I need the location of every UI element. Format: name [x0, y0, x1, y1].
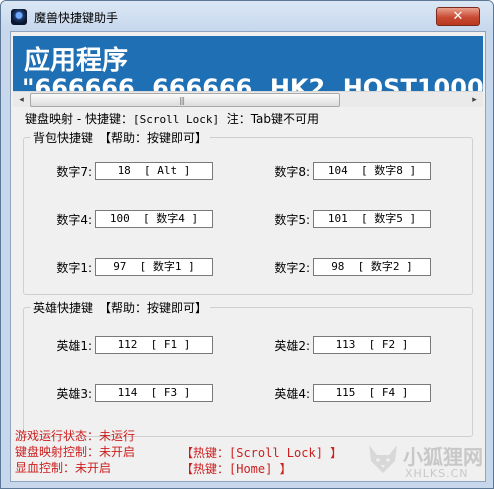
- horizontal-scrollbar[interactable]: ◂ ||| ▸: [13, 91, 483, 107]
- field-label: 英雄2:: [274, 338, 310, 353]
- key-mapping-status-text: 键盘映射控制：未开启: [15, 445, 136, 459]
- hero-hotkey-group: 英雄快捷键 【帮助：按键即可】 英雄1: 112 [ F1 ] 英雄2: 113…: [23, 299, 473, 437]
- field-label: 数字1:: [56, 260, 92, 275]
- watermark-title: 小狐狸网: [403, 445, 483, 469]
- field-label: 数字5:: [274, 212, 310, 227]
- field-row-num5: 数字5: 101 [ 数字5 ]: [256, 210, 431, 228]
- hotkey-input-num2[interactable]: 98 [ 数字2 ]: [313, 258, 431, 276]
- info-note: 注：Tab键不可用: [226, 112, 320, 126]
- info-scroll-lock: [Scroll Lock]: [132, 113, 220, 126]
- fox-logo-icon: [369, 445, 397, 473]
- hotkey-input-num1[interactable]: 97 [ 数字1 ]: [95, 258, 213, 276]
- site-watermark: 小狐狸网 XHLKS.CN: [363, 439, 493, 487]
- hotkey-input-hero1[interactable]: 112 [ F1 ]: [95, 336, 213, 354]
- hotkey-input-hero4[interactable]: 115 [ F4 ]: [313, 384, 431, 402]
- hotkey-input-hero2[interactable]: 113 [ F2 ]: [313, 336, 431, 354]
- field-label: 英雄4:: [274, 386, 310, 401]
- hotkey-input-num5[interactable]: 101 [ 数字5 ]: [313, 210, 431, 228]
- hotkey-input-num4[interactable]: 100 [ 数字4 ]: [95, 210, 213, 228]
- game-status-text: 游戏运行状态：未运行: [15, 429, 136, 443]
- app-banner: 应用程序 "666666, 666666, HK2, HOST1000, 0: [13, 36, 483, 92]
- field-row-num1: 数字1: 97 [ 数字1 ]: [38, 258, 213, 276]
- client-area: 应用程序 "666666, 666666, HK2, HOST1000, 0 ◂…: [10, 31, 486, 482]
- banner-subline: "666666, 666666, HK2, HOST1000, 0: [22, 74, 483, 92]
- field-row-hero2: 英雄2: 113 [ F2 ]: [256, 336, 431, 354]
- field-row-num4: 数字4: 100 [ 数字4 ]: [38, 210, 213, 228]
- field-row-hero1: 英雄1: 112 [ F1 ]: [38, 336, 213, 354]
- window-title: 魔兽快捷键助手: [34, 11, 119, 25]
- app-window: 魔兽快捷键助手 ✕ 应用程序 "666666, 666666, HK2, HOS…: [0, 0, 494, 489]
- banner-heading: 应用程序: [24, 46, 129, 76]
- close-button[interactable]: ✕: [436, 7, 480, 26]
- field-label: 英雄3:: [56, 386, 92, 401]
- info-prefix: 键盘映射 - 快捷键：: [25, 112, 133, 126]
- field-row-num2: 数字2: 98 [ 数字2 ]: [256, 258, 431, 276]
- app-logo-icon: [11, 9, 27, 25]
- grip-icon: |||: [179, 96, 185, 105]
- field-label: 数字2:: [274, 260, 310, 275]
- field-label: 数字7:: [56, 164, 92, 179]
- field-row-hero3: 英雄3: 114 [ F3 ]: [38, 384, 213, 402]
- title-bar[interactable]: 魔兽快捷键助手 ✕: [1, 1, 493, 31]
- hotkey-input-num8[interactable]: 104 [ 数字8 ]: [313, 162, 431, 180]
- watermark-subtitle: XHLKS.CN: [405, 467, 469, 480]
- backpack-group-title: 背包快捷键 【帮助：按键即可】: [30, 129, 211, 146]
- backpack-hotkey-group: 背包快捷键 【帮助：按键即可】 数字7: 18 [ Alt ] 数字8: 104…: [23, 129, 473, 295]
- hero-group-title: 英雄快捷键 【帮助：按键即可】: [30, 299, 211, 316]
- field-row-num7: 数字7: 18 [ Alt ]: [38, 162, 213, 180]
- field-label: 数字8:: [274, 164, 310, 179]
- scrollbar-thumb[interactable]: |||: [30, 93, 340, 107]
- mapping-info: 键盘映射 - 快捷键：[Scroll Lock] 注：Tab键不可用: [25, 110, 319, 127]
- hotkey-input-num7[interactable]: 18 [ Alt ]: [95, 162, 213, 180]
- blood-display-status-text: 显血控制：未开启: [15, 461, 112, 475]
- hotkey-input-hero3[interactable]: 114 [ F3 ]: [95, 384, 213, 402]
- field-row-num8: 数字8: 104 [ 数字8 ]: [256, 162, 431, 180]
- field-label: 数字4:: [56, 212, 92, 227]
- scroll-right-icon[interactable]: ▸: [466, 93, 483, 107]
- scroll-left-icon[interactable]: ◂: [13, 93, 30, 107]
- key-mapping-hotkey-text: 【热键：[Scroll Lock] 】: [181, 446, 343, 460]
- field-label: 英雄1:: [56, 338, 92, 353]
- field-row-hero4: 英雄4: 115 [ F4 ]: [256, 384, 431, 402]
- blood-display-hotkey-text: 【热键：[Home] 】: [181, 462, 292, 476]
